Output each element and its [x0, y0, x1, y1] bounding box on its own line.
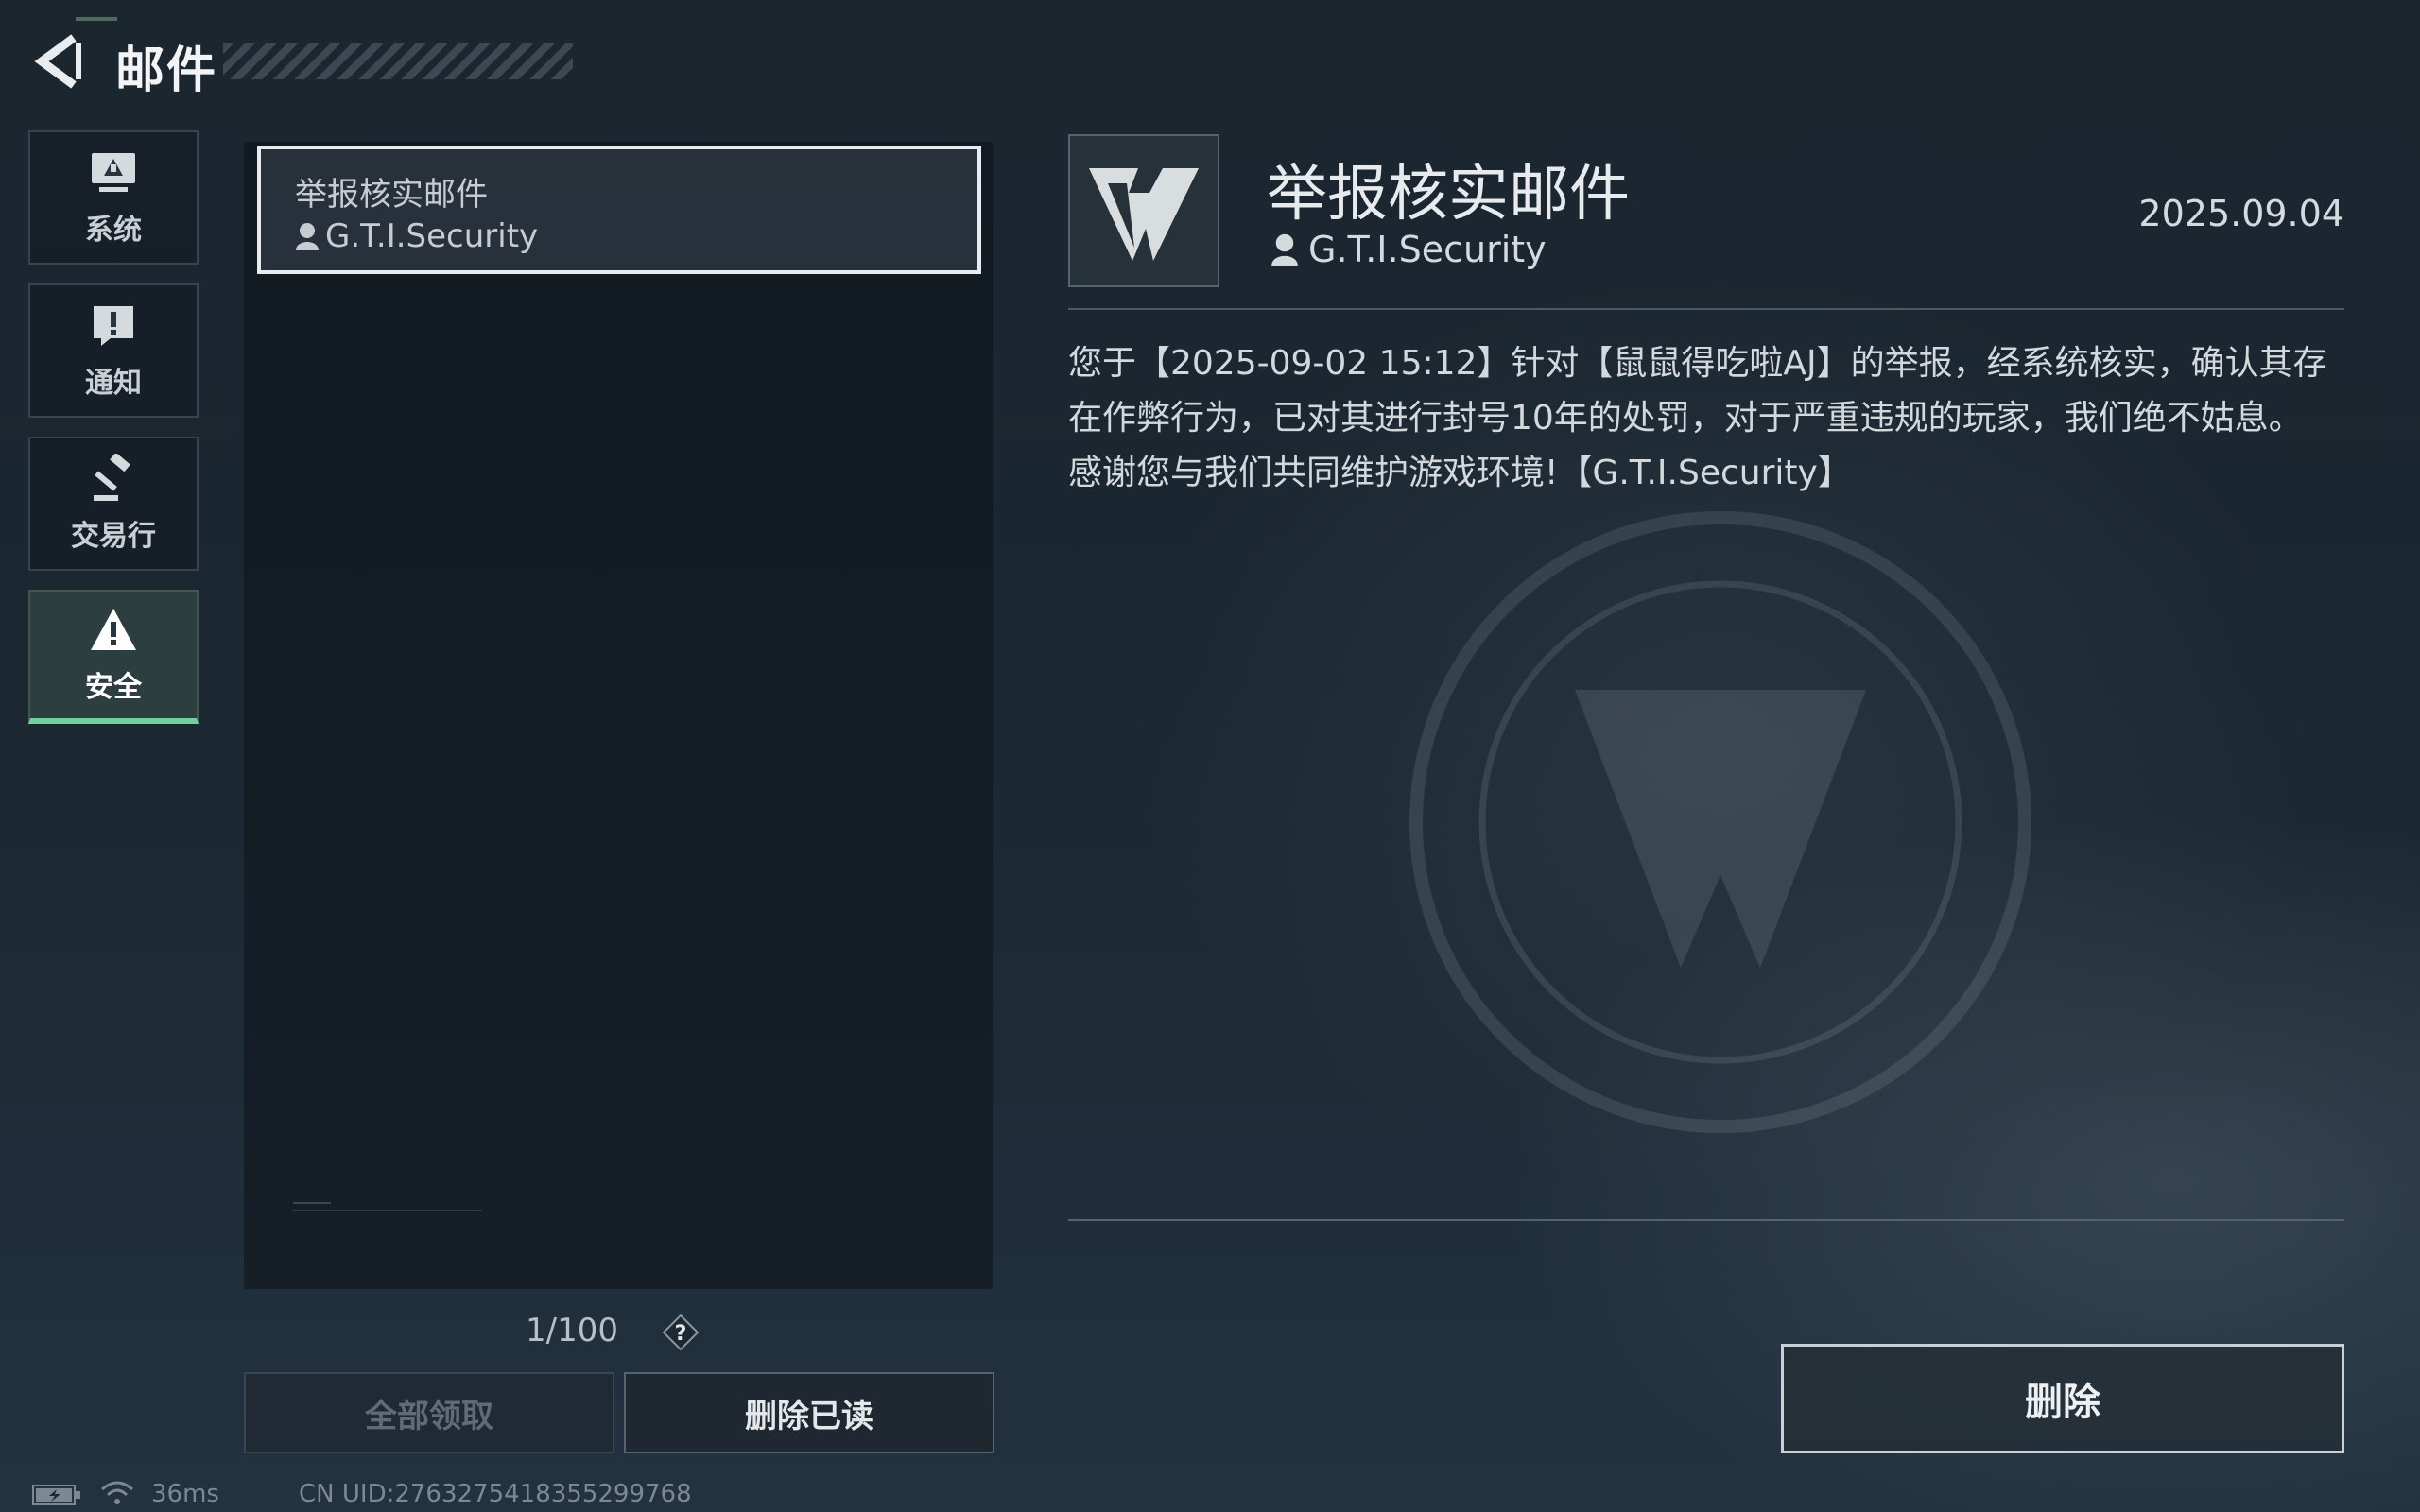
divider	[1068, 1219, 2344, 1221]
mail-body: 您于【2025-09-02 15:12】针对【鼠鼠得吃啦AJ】的举报，经系统核实…	[1068, 344, 2327, 492]
sidebar-item-system[interactable]: 系统	[28, 130, 199, 265]
sidebar-item-market[interactable]: 交易行	[28, 437, 199, 571]
back-arrow-icon	[34, 34, 81, 89]
delete-read-button[interactable]: 删除已读	[624, 1372, 994, 1453]
warning-icon	[91, 609, 136, 650]
mail-sender: G.T.I.Security	[325, 217, 539, 255]
gavel-icon	[94, 454, 130, 501]
mail-counter: 1/100	[526, 1312, 618, 1349]
sender-logo	[1068, 134, 1219, 287]
help-label: ?	[675, 1322, 687, 1346]
sidebar-item-label: 交易行	[71, 520, 156, 553]
mail-title: 举报核实邮件	[1267, 160, 1630, 230]
back-button[interactable]	[26, 28, 93, 94]
page-title: 邮件	[115, 43, 218, 99]
sidebar-item-label: 通知	[85, 367, 142, 400]
header-stripe-decoration	[223, 43, 573, 79]
mail-list-item[interactable]: 举报核实邮件 G.T.I.Security	[257, 146, 981, 274]
user-icon	[1271, 233, 1298, 266]
delete-button[interactable]: 删除	[1781, 1344, 2344, 1453]
divider	[1068, 308, 2344, 310]
help-button[interactable]: ?	[662, 1314, 700, 1351]
background-emblem	[1409, 511, 2031, 1133]
sidebar-item-label: 安全	[85, 671, 142, 704]
wifi-icon	[101, 1481, 133, 1504]
battery-icon	[32, 1485, 80, 1505]
list-decoration-lines	[293, 1202, 482, 1211]
mail-list-panel	[244, 142, 993, 1289]
exclamation-icon	[94, 306, 133, 346]
security-logo-icon	[1089, 168, 1199, 261]
mail-date: 2025.09.04	[2138, 193, 2344, 234]
monitor-icon	[92, 153, 135, 192]
sidebar-item-label: 系统	[85, 214, 142, 247]
user-icon	[296, 223, 319, 250]
help-diamond-icon: ?	[662, 1314, 700, 1351]
mail-sender: G.T.I.Security	[1308, 229, 1547, 270]
claim-all-button[interactable]: 全部领取	[244, 1372, 614, 1453]
mail-subject: 举报核实邮件	[295, 176, 488, 214]
sidebar-item-security[interactable]: 安全	[28, 590, 199, 724]
user-uid: CN UID:2763275418355299768	[299, 1480, 692, 1508]
header-accent-line	[76, 17, 117, 21]
sidebar-item-notice[interactable]: 通知	[28, 284, 199, 418]
ping-readout: 36ms	[151, 1480, 219, 1508]
